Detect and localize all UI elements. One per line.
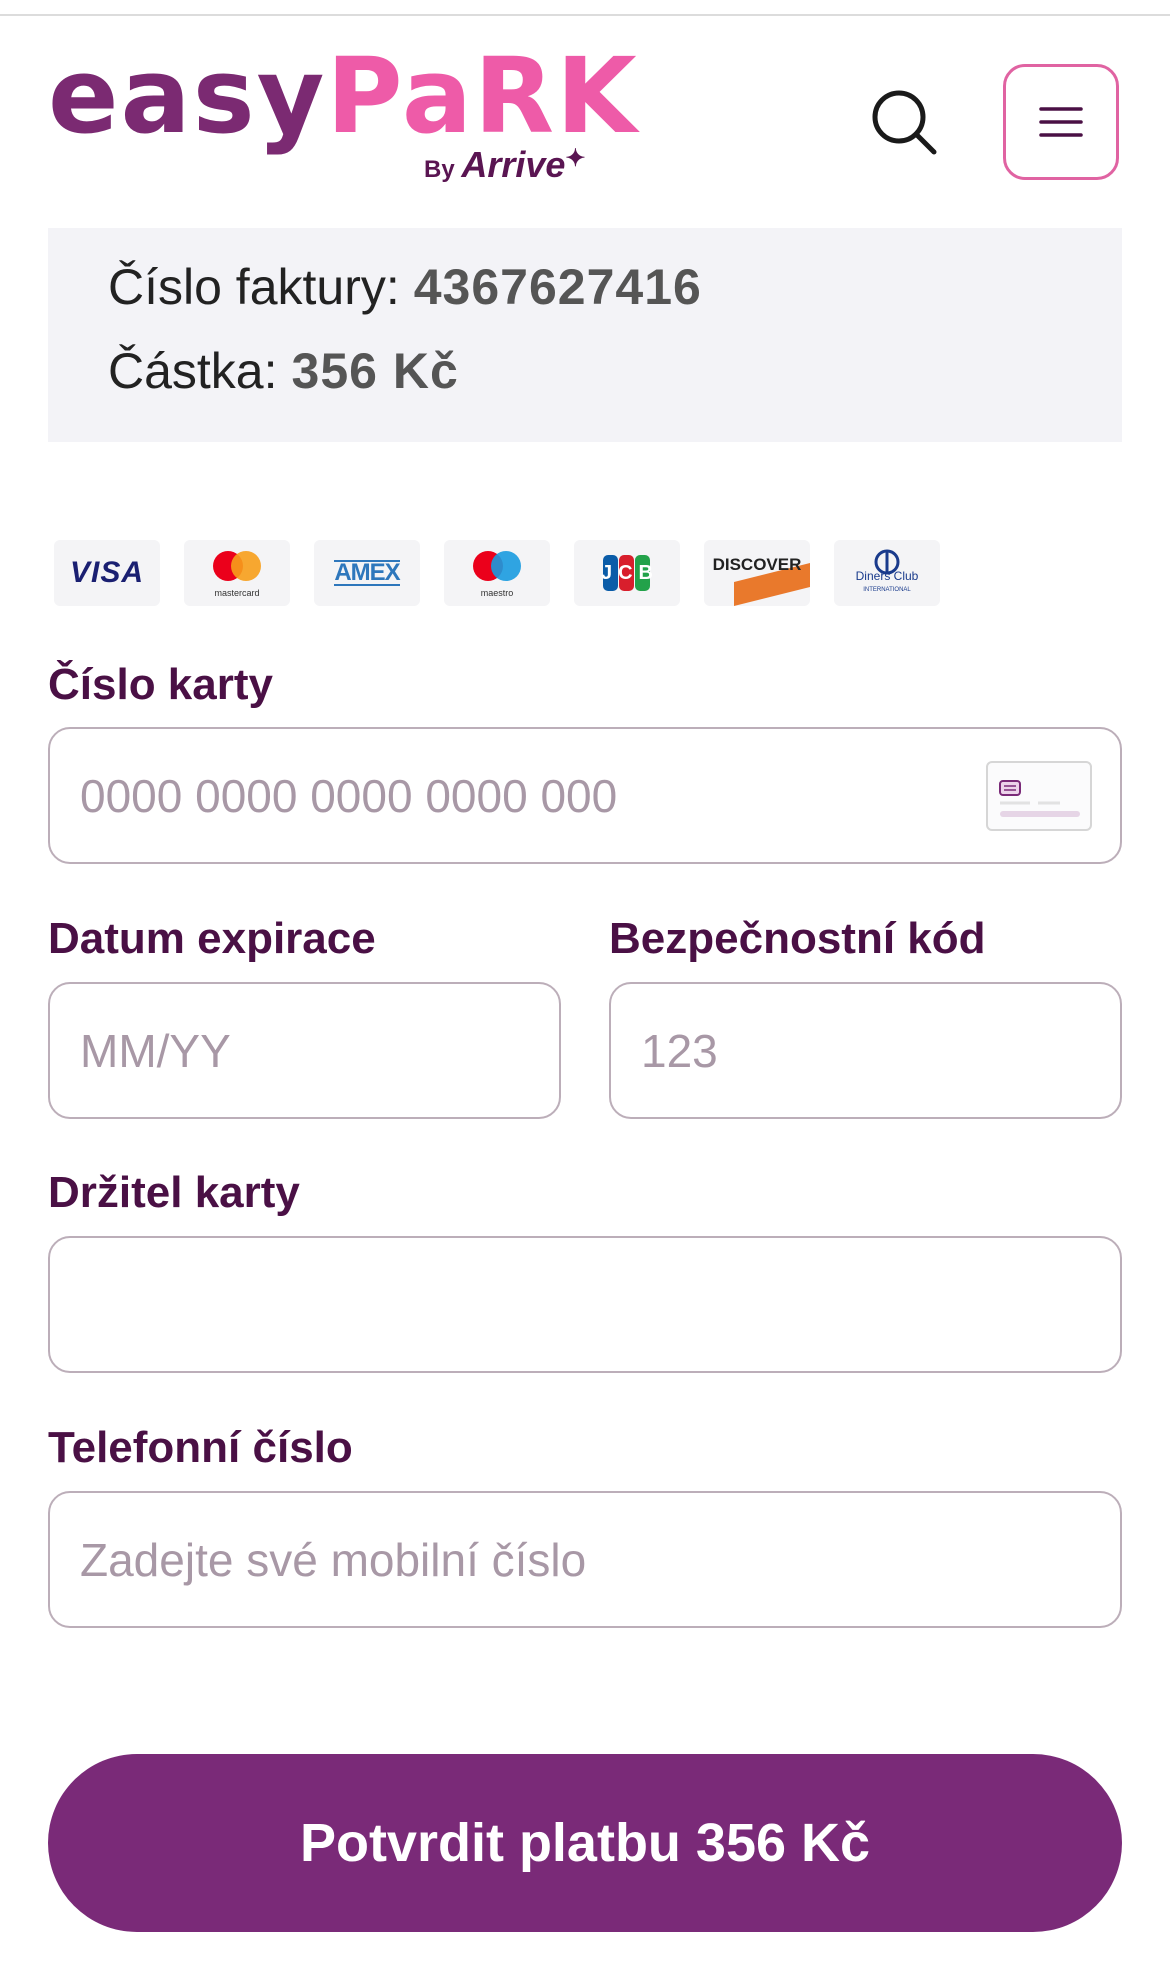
invoice-amount-label: Částka: [108, 343, 278, 399]
amex-logo: AMEX [314, 540, 420, 606]
diners-line2: INTERNATIONAL [863, 586, 911, 593]
search-icon [872, 90, 937, 155]
mastercard-text: mastercard [214, 588, 260, 598]
amex-text: AMEX [334, 559, 401, 586]
phone-label: Telefonní číslo [48, 1423, 353, 1472]
maestro-icon [473, 551, 521, 581]
jcb-logo: JCB [574, 540, 680, 606]
card-number-input[interactable] [80, 729, 1090, 862]
expiry-input[interactable] [80, 984, 529, 1117]
cvc-field[interactable] [609, 982, 1122, 1119]
phone-field[interactable] [48, 1491, 1122, 1628]
diners-club-logo: Diners Club INTERNATIONAL [834, 540, 940, 606]
accepted-cards: VISA mastercard AMEX maestro JCB DISCOVE… [54, 540, 940, 606]
card-number-field[interactable] [48, 727, 1122, 864]
cvc-label: Bezpečnostní kód [609, 914, 986, 963]
maestro-text: maestro [480, 588, 514, 598]
discover-logo: DISCOVER [704, 540, 810, 606]
invoice-amount-row: Částka: 356 Kč [108, 342, 459, 400]
logo-arrive-text: Arrive [461, 144, 566, 185]
logo-byline: By Arrive✦ [424, 144, 586, 186]
invoice-number-value: 4367627416 [413, 259, 702, 315]
invoice-number-row: Číslo faktury: 4367627416 [108, 258, 702, 316]
diners-club-text: Diners Club INTERNATIONAL [855, 568, 919, 596]
mastercard-icon [213, 551, 261, 581]
invoice-summary: Číslo faktury: 4367627416 Částka: 356 Kč [48, 228, 1122, 442]
logo-easy-text: easy [48, 35, 327, 157]
confirm-payment-button[interactable]: Potvrdit platbu 356 Kč [48, 1754, 1122, 1932]
invoice-number-label: Číslo faktury: [108, 259, 400, 315]
top-divider [0, 14, 1170, 16]
easypark-logo[interactable]: easyPaRK By Arrive✦ [48, 44, 637, 194]
cvc-input[interactable] [641, 984, 1090, 1117]
credit-card-icon [986, 761, 1092, 831]
search-button[interactable] [868, 86, 940, 158]
card-holder-input[interactable] [80, 1238, 1090, 1371]
logo-wordmark: easyPaRK [48, 44, 639, 148]
card-holder-label: Držitel karty [48, 1168, 300, 1217]
mastercard-logo: mastercard [184, 540, 290, 606]
sparkle-icon: ✦ [565, 145, 586, 172]
expiry-label: Datum expirace [48, 914, 376, 963]
card-number-label: Číslo karty [48, 660, 273, 709]
hamburger-menu-icon [1039, 107, 1083, 137]
logo-by-text: By [424, 156, 455, 183]
invoice-amount-value: 356 Kč [291, 343, 459, 399]
visa-text: VISA [69, 556, 145, 589]
card-holder-field[interactable] [48, 1236, 1122, 1373]
jcb-text: JCB [600, 561, 659, 584]
discover-text: DISCOVER [712, 555, 802, 574]
expiry-field[interactable] [48, 982, 561, 1119]
diners-line1: Diners Club [855, 568, 919, 583]
logo-park-text: PaRK [326, 35, 639, 157]
phone-input[interactable] [80, 1493, 1090, 1626]
visa-logo: VISA [54, 540, 160, 606]
menu-button[interactable] [1003, 64, 1119, 180]
maestro-logo: maestro [444, 540, 550, 606]
